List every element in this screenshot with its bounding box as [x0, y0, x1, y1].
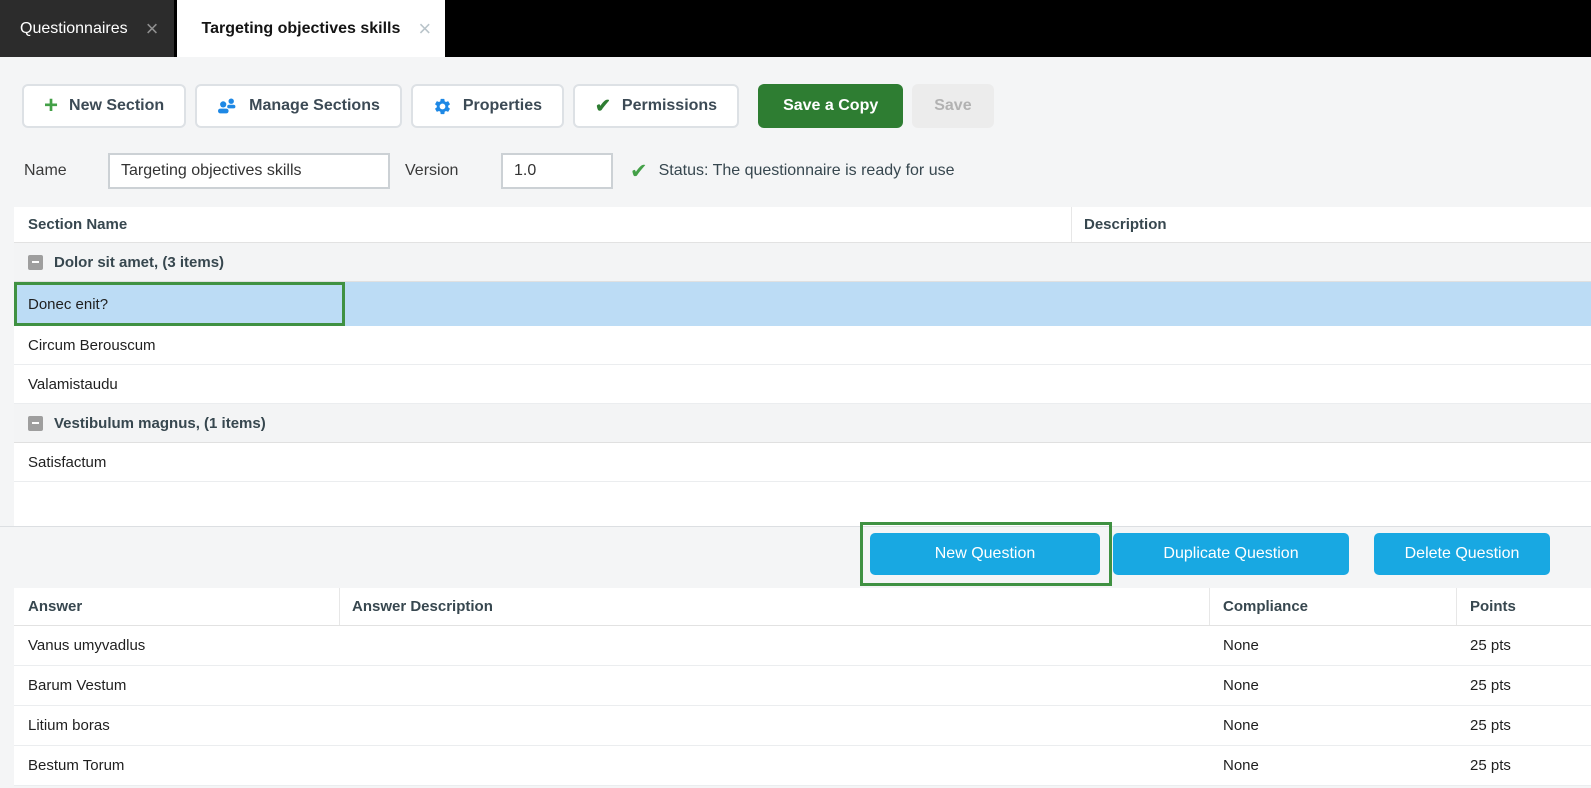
button-label: Properties — [463, 97, 542, 115]
close-icon[interactable]: × — [146, 18, 159, 40]
points-cell: 25 pts — [1457, 677, 1591, 694]
button-label: Manage Sections — [249, 97, 380, 115]
collapse-icon[interactable] — [28, 255, 43, 270]
column-header-answer-description: Answer Description — [340, 588, 1210, 625]
column-header-points: Points — [1457, 588, 1591, 625]
sections-table: Section Name Description Dolor sit amet,… — [14, 207, 1591, 526]
section-row-label: Circum Berouscum — [28, 337, 156, 354]
name-label: Name — [24, 162, 108, 180]
sections-table-body: Dolor sit amet, (3 items) Donec enit? Circ… — [14, 243, 1591, 482]
save-button[interactable]: Save — [912, 84, 993, 128]
button-label: Save — [934, 97, 971, 115]
questionnaire-form-row: Name Version ✔ Status: The questionnaire… — [24, 152, 1591, 190]
column-header-description: Description — [1072, 207, 1591, 242]
delete-question-button[interactable]: Delete Question — [1374, 533, 1550, 575]
toolbar: + New Section Manage Sections Properties… — [22, 84, 1591, 128]
section-group-row[interactable]: Vestibulum magnus, (1 items) — [14, 404, 1591, 443]
section-group-row[interactable]: Dolor sit amet, (3 items) — [14, 243, 1591, 282]
answer-row[interactable]: Barum Vestum None25 pts — [14, 666, 1591, 706]
save-a-copy-button[interactable]: Save a Copy — [758, 84, 903, 128]
answer-cell: Barum Vestum — [14, 677, 340, 694]
gear-icon — [433, 97, 452, 116]
answer-row[interactable]: Litium boras None25 pts — [14, 706, 1591, 746]
check-icon: ✔ — [595, 97, 611, 116]
section-row-label: Vestibulum magnus, (1 items) — [54, 415, 266, 432]
section-row-label: Donec enit? — [28, 296, 108, 313]
sections-table-empty-space — [14, 482, 1591, 526]
tab-label: Targeting objectives skills — [201, 20, 400, 38]
version-input[interactable] — [501, 153, 613, 189]
people-icon — [217, 98, 238, 115]
answers-table: Answer Answer Description Compliance Poi… — [14, 588, 1591, 786]
section-row-label: Valamistaudu — [28, 376, 118, 393]
section-row-label: Satisfactum — [28, 454, 106, 471]
tab-targeting-objectives-skills[interactable]: Targeting objectives skills × — [177, 0, 445, 57]
answer-cell: Bestum Torum — [14, 757, 340, 774]
button-label: Permissions — [622, 97, 717, 115]
compliance-cell: None — [1210, 677, 1457, 694]
column-header-answer: Answer — [14, 588, 340, 625]
new-question-button[interactable]: New Question — [870, 533, 1100, 575]
section-row[interactable]: Satisfactum — [14, 443, 1591, 482]
status-check-icon: ✔ — [630, 159, 648, 184]
section-row[interactable]: Circum Berouscum — [14, 326, 1591, 365]
answers-table-header: Answer Answer Description Compliance Poi… — [14, 588, 1591, 626]
plus-icon: + — [44, 95, 58, 117]
collapse-icon[interactable] — [28, 416, 43, 431]
compliance-cell: None — [1210, 757, 1457, 774]
button-label: Save a Copy — [783, 97, 878, 115]
section-row[interactable]: Donec enit? — [14, 282, 1591, 326]
duplicate-question-button[interactable]: Duplicate Question — [1113, 533, 1349, 575]
sections-table-header: Section Name Description — [14, 207, 1591, 243]
column-header-section-name: Section Name — [14, 207, 1072, 242]
section-row[interactable]: Valamistaudu — [14, 365, 1591, 404]
properties-button[interactable]: Properties — [411, 84, 564, 128]
compliance-cell: None — [1210, 637, 1457, 654]
column-header-compliance: Compliance — [1210, 588, 1457, 625]
answer-cell: Vanus umyvadlus — [14, 637, 340, 654]
points-cell: 25 pts — [1457, 637, 1591, 654]
button-label: New Section — [69, 97, 164, 115]
answers-table-body: Vanus umyvadlusNone25 ptsBarum VestumNon… — [14, 626, 1591, 786]
version-label: Version — [405, 162, 501, 180]
name-input[interactable] — [108, 153, 390, 189]
manage-sections-button[interactable]: Manage Sections — [195, 84, 402, 128]
new-section-button[interactable]: + New Section — [22, 84, 186, 128]
tab-bar: Questionnaires × Targeting objectives sk… — [0, 0, 1591, 57]
points-cell: 25 pts — [1457, 757, 1591, 774]
close-icon[interactable]: × — [418, 18, 431, 40]
permissions-button[interactable]: ✔ Permissions — [573, 84, 739, 128]
tab-questionnaires[interactable]: Questionnaires × — [0, 0, 174, 57]
answer-cell: Litium boras — [14, 717, 340, 734]
answer-row[interactable]: Bestum Torum None25 pts — [14, 746, 1591, 786]
section-row-label: Dolor sit amet, (3 items) — [54, 254, 224, 271]
points-cell: 25 pts — [1457, 717, 1591, 734]
compliance-cell: None — [1210, 717, 1457, 734]
tab-label: Questionnaires — [20, 20, 128, 38]
status-text: Status: The questionnaire is ready for u… — [659, 162, 955, 180]
answer-row[interactable]: Vanus umyvadlus None25 pts — [14, 626, 1591, 666]
question-actions-panel: New Question Duplicate Question Delete Q… — [0, 526, 1591, 588]
